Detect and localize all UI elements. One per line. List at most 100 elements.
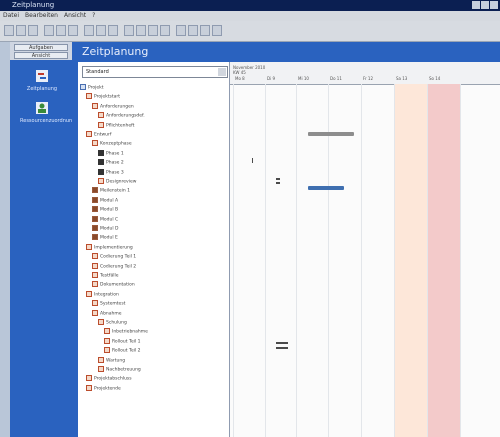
tree-row-label: Dokumentation xyxy=(100,282,135,288)
zoom-in-icon[interactable] xyxy=(124,25,134,36)
milestone-marker[interactable] xyxy=(276,342,288,344)
left-navigation: Aufgaben Ansicht Zeitplanung Ressourcenz… xyxy=(10,42,76,437)
new-icon[interactable] xyxy=(44,25,54,36)
nav-item-schedule[interactable]: Zeitplanung xyxy=(20,70,64,92)
indent-icon[interactable] xyxy=(176,25,186,36)
tree-row[interactable]: Implementierung xyxy=(86,243,133,251)
tree-row[interactable]: Testfälle xyxy=(92,272,118,279)
gantt-bar[interactable] xyxy=(308,132,354,136)
tree-row[interactable]: Projektabschluss xyxy=(86,375,132,382)
filter-select[interactable]: Standard xyxy=(82,66,228,78)
tree-row[interactable]: Designreview xyxy=(98,178,136,185)
tree-row[interactable]: Codierung Teil 1 xyxy=(92,253,136,260)
tree-row[interactable]: Phase 3 xyxy=(98,168,124,176)
menu-view[interactable]: Ansicht xyxy=(64,11,86,21)
tree-row[interactable]: Codierung Teil 2 xyxy=(92,262,137,270)
task-icon xyxy=(98,319,104,325)
tree-row[interactable]: Integration xyxy=(86,290,119,298)
tree-row[interactable]: Modul B xyxy=(92,206,118,213)
tree-row[interactable]: Projektstart xyxy=(86,93,120,100)
maximize-button[interactable] xyxy=(481,1,489,9)
milestone-marker[interactable] xyxy=(276,182,280,184)
back-icon[interactable] xyxy=(4,25,14,36)
milestone-marker[interactable] xyxy=(252,158,253,163)
task-icon xyxy=(92,140,98,147)
grid-line xyxy=(361,84,362,437)
tree-row-label: Phase 3 xyxy=(106,170,124,176)
save-icon[interactable] xyxy=(28,25,38,36)
milestone-marker[interactable] xyxy=(276,178,280,180)
window-title: Zeitplanung xyxy=(12,1,55,9)
tree-row[interactable]: Schulung xyxy=(98,319,127,326)
zoom-out-icon[interactable] xyxy=(136,25,146,36)
gantt-bar-selected[interactable] xyxy=(308,186,344,190)
tree-row-label: Rollout Teil 1 xyxy=(112,339,141,345)
calendar-icon[interactable] xyxy=(212,25,222,36)
open-icon[interactable] xyxy=(56,25,66,36)
tree-row[interactable]: Anforderungen xyxy=(92,102,134,110)
task-icon xyxy=(86,243,92,250)
filter-icon[interactable] xyxy=(200,25,210,36)
tree-row[interactable]: Anforderungsdef. xyxy=(98,112,145,119)
toolbar xyxy=(0,21,500,42)
tree-row[interactable]: Entwurf xyxy=(86,131,111,138)
task-icon xyxy=(92,234,98,241)
tree-row[interactable]: Projektende xyxy=(86,384,121,392)
tree-row[interactable]: Systemtest xyxy=(92,300,125,307)
chevron-down-icon[interactable] xyxy=(218,68,226,76)
tree-row[interactable]: Modul C xyxy=(92,215,118,223)
nav-item-resources[interactable]: Ressourcenzuordnung xyxy=(20,102,76,124)
tree-row[interactable]: Phase 1 xyxy=(98,149,124,157)
tree-row[interactable]: Konzeptphase xyxy=(92,140,132,147)
menu-file[interactable]: Datei xyxy=(3,11,19,21)
tree-row[interactable]: Rollout Teil 1 xyxy=(104,337,141,345)
tree-row-label: Codierung Teil 1 xyxy=(100,254,137,260)
task-icon xyxy=(92,262,98,269)
tree-row[interactable]: Modul E xyxy=(92,234,118,241)
window-controls xyxy=(472,1,498,9)
tree-row-label: Projektstart xyxy=(94,94,121,100)
paste-icon[interactable] xyxy=(108,25,118,36)
date-tick: Mo 8 xyxy=(235,76,245,81)
tree-row-label: Wartung xyxy=(106,358,126,364)
tree-row[interactable]: Abnahme xyxy=(92,309,122,317)
menu-bar: Datei Bearbeiten Ansicht ? xyxy=(0,11,500,21)
copy-icon[interactable] xyxy=(96,25,106,36)
grid-line xyxy=(265,84,266,437)
gantt-week: KW 45 xyxy=(233,70,246,75)
outdent-icon[interactable] xyxy=(188,25,198,36)
tree-row[interactable]: Modul D xyxy=(92,225,119,232)
tree-row[interactable]: Wartung xyxy=(98,356,126,364)
tree-row[interactable]: Modul A xyxy=(92,196,118,204)
tree-row[interactable]: Meilenstein 1 xyxy=(92,187,130,194)
nav-tab-view[interactable]: Ansicht xyxy=(14,52,68,59)
milestone-marker[interactable] xyxy=(276,347,288,349)
cut-icon[interactable] xyxy=(84,25,94,36)
task-icon xyxy=(92,272,98,278)
tree-row[interactable]: Rollout Teil 2 xyxy=(104,347,141,354)
close-button[interactable] xyxy=(490,1,498,9)
tree-row[interactable]: Pflichtenheft xyxy=(98,121,135,129)
tree-row-label: Codierung Teil 2 xyxy=(100,264,137,270)
tree-row[interactable]: Nachbetreuung xyxy=(98,366,141,373)
menu-help[interactable]: ? xyxy=(92,11,95,21)
menu-edit[interactable]: Bearbeiten xyxy=(25,11,58,21)
print-icon[interactable] xyxy=(68,25,78,36)
tree-row[interactable]: Projekt xyxy=(80,84,104,91)
link-icon[interactable] xyxy=(148,25,158,36)
tree-row[interactable]: Phase 2 xyxy=(98,159,124,166)
title-bar: Zeitplanung xyxy=(0,0,500,11)
task-icon xyxy=(98,366,104,372)
forward-icon[interactable] xyxy=(16,25,26,36)
weekend-band-saturday xyxy=(394,84,427,437)
nav-item-resources-label: Ressourcenzuordnung xyxy=(20,118,76,124)
tree-row-label: Systemtest xyxy=(100,301,126,307)
minimize-button[interactable] xyxy=(472,1,480,9)
date-tick: Di 9 xyxy=(267,76,276,81)
tree-row-label: Schulung xyxy=(106,320,127,326)
tree-row[interactable]: Inbetriebnahme xyxy=(104,328,148,335)
nav-tab-tasks[interactable]: Aufgaben xyxy=(14,44,68,51)
tree-row-label: Pflichtenheft xyxy=(106,123,135,129)
tree-row[interactable]: Dokumentation xyxy=(92,281,135,288)
unlink-icon[interactable] xyxy=(160,25,170,36)
